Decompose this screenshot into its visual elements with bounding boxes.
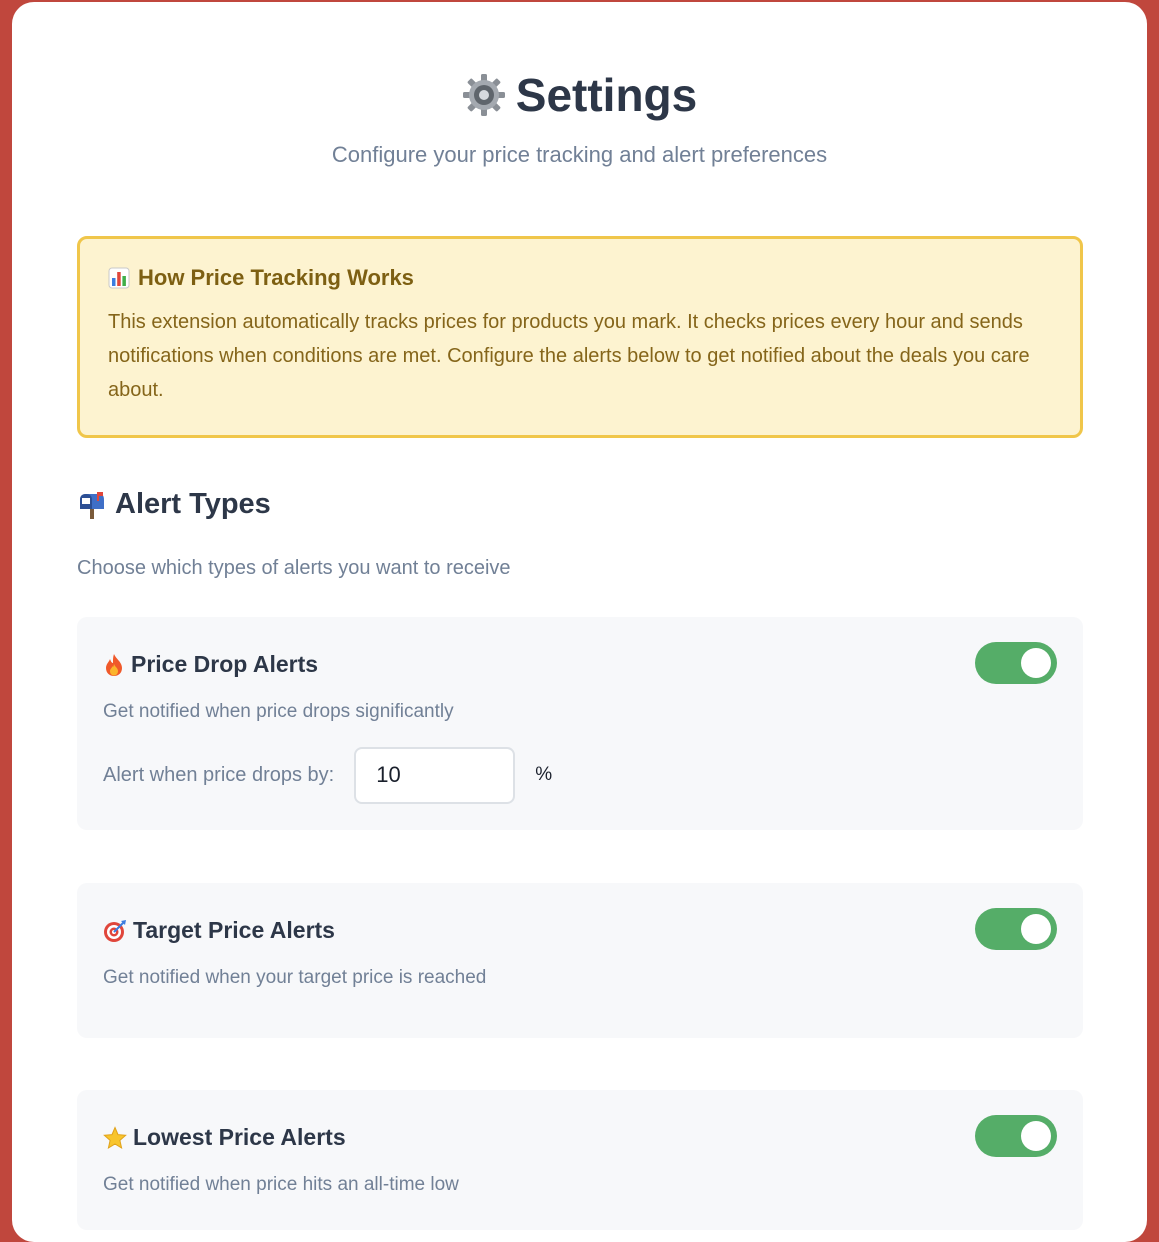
info-box: How Price Tracking Works This extension … <box>77 236 1083 438</box>
price-drop-threshold-input[interactable] <box>354 746 516 804</box>
lowest-price-alert-label: Lowest Price Alerts <box>133 1124 346 1150</box>
page-title: Settings <box>462 68 697 122</box>
price-drop-alert-label: Price Drop Alerts <box>131 651 319 677</box>
mailbox-icon <box>80 491 104 519</box>
page-subtitle: Configure your price tracking and alert … <box>331 142 828 167</box>
alert-types-description: Choose which types of alerts you want to… <box>77 557 511 579</box>
toggle-knob <box>1021 1121 1051 1151</box>
fire-icon <box>106 653 122 676</box>
target-price-alert-toggle[interactable] <box>975 908 1057 950</box>
gear-icon <box>462 74 505 116</box>
star-icon <box>103 1125 127 1149</box>
target-price-alert-title: Target Price Alerts <box>103 917 335 944</box>
price-drop-threshold-label: Alert when price drops by: <box>103 763 335 786</box>
toggle-knob <box>1021 648 1051 678</box>
price-drop-alert-toggle[interactable] <box>975 642 1057 684</box>
target-price-alert-label: Target Price Alerts <box>133 917 335 943</box>
lowest-price-alert-toggle[interactable] <box>975 1115 1057 1157</box>
settings-card: Settings Configure your price tracking a… <box>12 2 1147 1242</box>
alert-types-title: Alert Types <box>77 488 271 521</box>
lowest-price-alert-description: Get notified when price hits an all-time… <box>103 1174 459 1195</box>
bar-chart-icon <box>108 267 130 289</box>
info-title-text: How Price Tracking Works <box>138 265 414 290</box>
price-drop-threshold-unit: % <box>535 764 553 785</box>
page-title-text: Settings <box>515 69 698 121</box>
info-title: How Price Tracking Works <box>108 265 1052 291</box>
toggle-knob <box>1021 914 1051 944</box>
lowest-price-alert-title: Lowest Price Alerts <box>103 1124 346 1151</box>
target-price-alert-card: Target Price Alerts Get notified when yo… <box>77 883 1083 1038</box>
price-drop-threshold-row: Alert when price drops by: % <box>103 746 553 804</box>
price-drop-alert-description: Get notified when price drops significan… <box>103 701 454 722</box>
price-drop-alert-title: Price Drop Alerts <box>103 651 318 678</box>
page-header: Settings Configure your price tracking a… <box>12 68 1147 168</box>
info-text: This extension automatically tracks pric… <box>108 311 1030 401</box>
alert-types-title-text: Alert Types <box>115 488 271 520</box>
lowest-price-alert-card: Lowest Price Alerts Get notified when pr… <box>77 1090 1083 1230</box>
price-drop-alert-card: Price Drop Alerts Get notified when pric… <box>77 617 1083 830</box>
target-icon <box>104 919 126 942</box>
target-price-alert-description: Get notified when your target price is r… <box>103 967 487 988</box>
